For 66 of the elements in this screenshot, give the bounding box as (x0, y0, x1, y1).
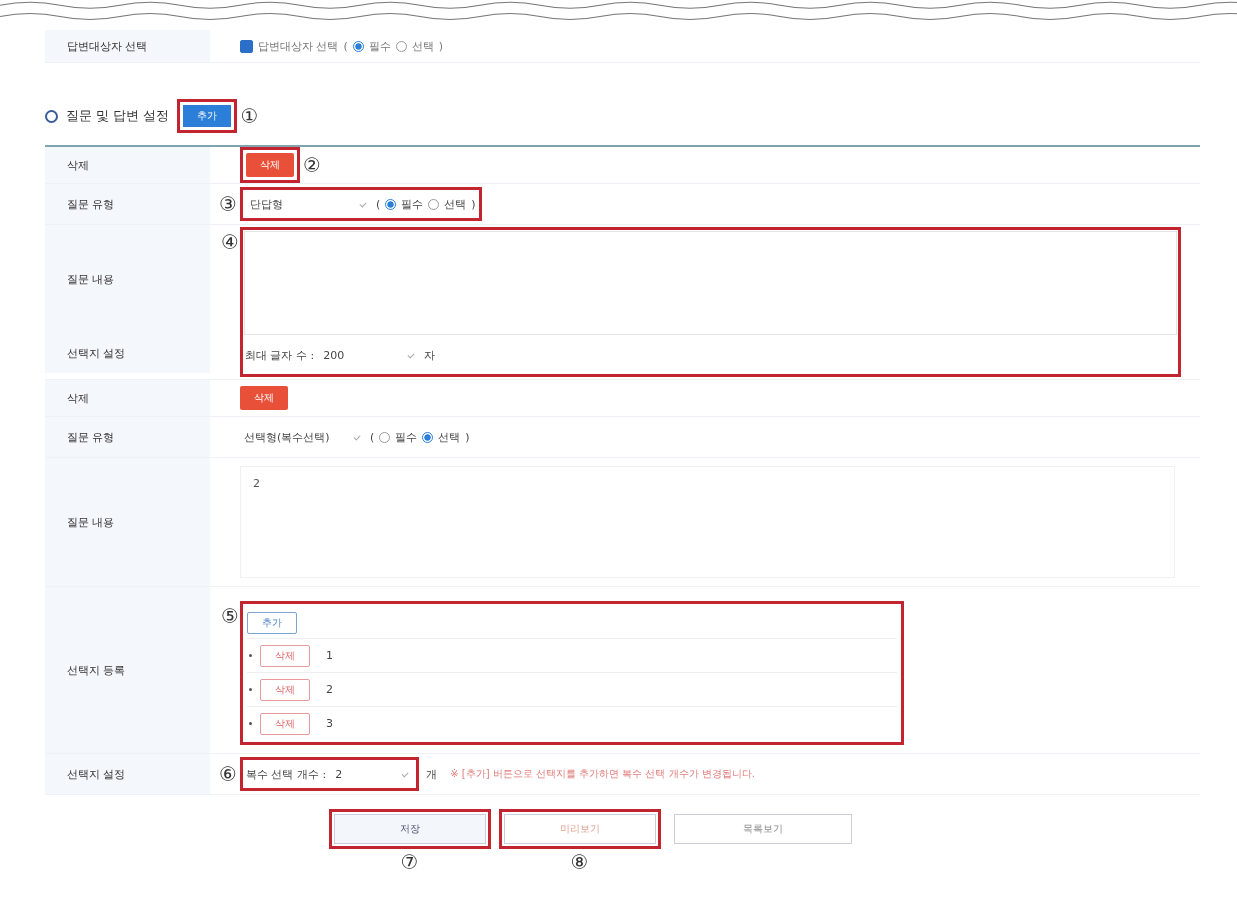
radio-label: 필수 (401, 196, 424, 212)
paren: ( (370, 430, 375, 444)
footer-button[interactable]: 저장 (333, 814, 486, 844)
footer-button[interactable]: 목록보기 (673, 814, 852, 844)
annotation-number: ⑤ (221, 606, 239, 626)
value-select[interactable]: 200 (319, 344, 420, 366)
annotation-number: ⑦ (400, 852, 419, 872)
radio-button[interactable] (428, 198, 440, 210)
radio-button[interactable] (385, 198, 397, 210)
paren: ) (471, 197, 476, 211)
row-label: 답변대상자 선택 (45, 30, 210, 62)
annotation-number: ② (303, 155, 321, 175)
bullet-icon (249, 688, 252, 691)
paren: ( (376, 197, 381, 211)
paren: ) (465, 430, 470, 444)
setting-label: 복수 선택 개수 : (246, 766, 327, 782)
choice-value: 1 (326, 649, 333, 662)
row-label: 선택지 설정 (45, 754, 210, 794)
annotation-number: ⑧ (570, 852, 589, 872)
row-label: 선택지 등록 (45, 587, 210, 753)
paren: ) (438, 39, 444, 53)
bullet-icon (249, 722, 252, 725)
add-button[interactable]: 추가 (183, 105, 232, 127)
radio-button[interactable] (395, 40, 407, 52)
checkbox-label: 답변대상자 선택 (258, 38, 339, 54)
radio-button[interactable] (352, 40, 364, 52)
annotation-number: ① (240, 106, 259, 126)
row-label: 질문 내용 (45, 225, 210, 333)
radio-label: 선택 (438, 429, 461, 445)
circle-bullet-icon (45, 109, 58, 123)
question-textarea[interactable]: 2 (240, 466, 1175, 578)
checkbox[interactable] (240, 39, 253, 53)
radio-label: 필수 (368, 38, 391, 54)
annotation-number: ⑥ (219, 764, 237, 784)
row-label: 삭제 (45, 380, 210, 416)
radio-button[interactable] (379, 431, 391, 443)
radio-label: 선택 (411, 38, 434, 54)
radio-label: 선택 (444, 196, 467, 212)
row-label: 질문 유형 (45, 184, 210, 224)
question-type-select[interactable]: 선택형(복수선택) (240, 426, 365, 448)
row-label: 질문 내용 (45, 458, 210, 586)
radio-label: 필수 (395, 429, 418, 445)
section-title: 질문 및 답변 설정 (66, 107, 170, 125)
unit-label: 개 (426, 766, 438, 782)
annotation-number: ③ (219, 194, 237, 214)
delete-button[interactable]: 삭제 (260, 644, 310, 667)
radio-button[interactable] (422, 431, 434, 443)
delete-button[interactable]: 삭제 (260, 678, 310, 701)
choice-value: 2 (326, 683, 333, 696)
row-label: 질문 유형 (45, 417, 210, 457)
question-type-select[interactable]: 단답형 (246, 193, 371, 215)
choice-value: 3 (326, 717, 333, 730)
row-label: 삭제 (45, 147, 210, 183)
delete-button[interactable]: 삭제 (260, 712, 310, 735)
bullet-icon (249, 654, 252, 657)
annotation-number: ④ (221, 232, 239, 252)
row-label: 선택지 설정 (45, 333, 210, 373)
setting-label: 최대 글자 수 : (245, 347, 315, 363)
paren: ( (343, 39, 348, 53)
help-note: ※ [추가] 버튼으로 선택지를 추가하면 복수 선택 개수가 변경됩니다. (450, 767, 755, 781)
delete-button[interactable]: 삭제 (240, 386, 288, 410)
value-select[interactable]: 2 (331, 763, 414, 785)
add-button[interactable]: 추가 (247, 612, 297, 634)
delete-button[interactable]: 삭제 (246, 153, 294, 177)
unit-label: 자 (424, 347, 436, 363)
footer-button[interactable]: 미리보기 (503, 814, 656, 844)
